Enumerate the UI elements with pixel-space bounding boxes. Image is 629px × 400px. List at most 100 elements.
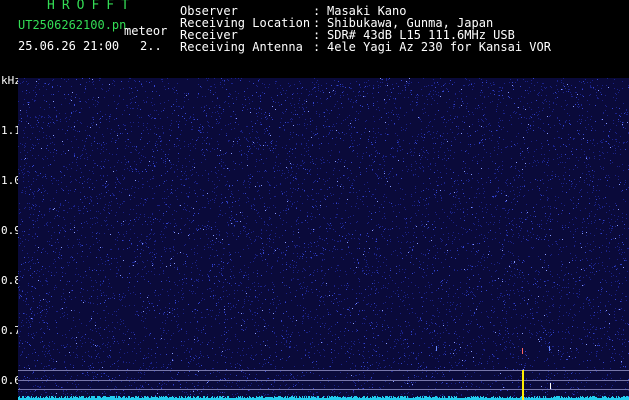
noise-pixel: [362, 201, 363, 202]
noise-pixel: [140, 377, 141, 378]
noise-pixel: [545, 216, 546, 217]
noise-pixel: [52, 209, 53, 210]
noise-pixel: [91, 381, 92, 382]
noise-pixel: [530, 384, 531, 385]
noise-pixel: [241, 325, 242, 326]
noise-pixel: [370, 325, 371, 326]
noise-pixel: [457, 393, 458, 394]
noise-pixel: [363, 254, 364, 255]
noise-pixel: [115, 328, 116, 329]
noise-pixel: [108, 257, 109, 258]
noise-pixel: [609, 271, 610, 272]
noise-pixel: [415, 313, 416, 314]
noise-pixel: [28, 104, 29, 105]
noise-pixel: [237, 141, 238, 142]
noise-pixel: [522, 333, 523, 334]
noise-pixel: [316, 82, 317, 83]
noise-pixel: [326, 285, 327, 286]
noise-pixel: [230, 196, 231, 197]
noise-pixel: [426, 86, 427, 87]
noise-pixel: [358, 113, 359, 114]
noise-pixel: [177, 93, 178, 94]
noise-pixel: [441, 200, 442, 201]
noise-pixel: [520, 221, 521, 222]
noise-pixel: [218, 170, 219, 171]
noise-pixel: [62, 227, 63, 228]
noise-pixel: [397, 290, 398, 291]
noise-pixel: [580, 307, 581, 308]
noise-pixel: [44, 345, 45, 346]
noise-pixel: [394, 346, 395, 347]
noise-pixel: [396, 83, 397, 84]
noise-pixel: [402, 333, 403, 334]
noise-pixel: [317, 168, 318, 169]
noise-pixel: [263, 330, 264, 331]
noise-pixel: [392, 221, 393, 222]
noise-pixel: [76, 162, 77, 163]
noise-pixel: [518, 177, 519, 178]
noise-pixel: [366, 147, 367, 148]
noise-pixel: [268, 362, 269, 363]
noise-pixel: [233, 305, 234, 306]
noise-pixel: [384, 367, 385, 368]
noise-pixel: [236, 118, 237, 119]
noise-pixel: [423, 254, 424, 255]
noise-pixel: [602, 279, 603, 280]
noise-pixel: [464, 372, 465, 373]
noise-pixel: [137, 245, 138, 246]
noise-pixel: [281, 191, 282, 192]
noise-pixel: [530, 337, 531, 338]
noise-pixel: [93, 340, 94, 341]
noise-pixel: [163, 183, 164, 184]
noise-pixel: [329, 250, 330, 251]
noise-pixel: [437, 138, 438, 139]
noise-pixel: [501, 390, 502, 391]
noise-pixel: [547, 220, 548, 221]
noise-pixel: [419, 155, 420, 156]
noise-pixel: [231, 193, 232, 194]
noise-pixel: [549, 322, 550, 323]
noise-pixel: [316, 126, 317, 127]
noise-pixel: [382, 311, 383, 312]
noise-pixel: [534, 211, 535, 212]
noise-pixel: [106, 217, 107, 218]
noise-pixel: [241, 283, 242, 284]
noise-pixel: [35, 116, 36, 117]
noise-pixel: [521, 117, 522, 118]
noise-pixel: [104, 207, 105, 208]
noise-pixel: [606, 212, 607, 213]
noise-pixel: [599, 247, 600, 248]
noise-pixel: [188, 99, 189, 100]
noise-pixel: [43, 167, 44, 168]
noise-pixel: [25, 239, 26, 240]
noise-pixel: [611, 295, 612, 296]
noise-pixel: [379, 164, 380, 165]
noise-pixel: [367, 381, 368, 382]
noise-pixel: [198, 281, 199, 282]
noise-pixel: [35, 234, 36, 235]
noise-pixel: [467, 214, 468, 215]
noise-pixel: [189, 155, 190, 156]
noise-pixel: [297, 93, 298, 94]
noise-pixel: [177, 83, 178, 84]
noise-pixel: [74, 104, 75, 105]
noise-pixel: [28, 175, 29, 176]
noise-pixel: [26, 93, 27, 94]
noise-pixel: [303, 375, 304, 376]
noise-pixel: [373, 131, 374, 132]
noise-pixel: [559, 157, 560, 158]
noise-pixel: [521, 228, 522, 229]
noise-pixel: [363, 356, 364, 357]
noise-pixel: [242, 388, 243, 389]
noise-pixel: [30, 214, 31, 215]
noise-pixel: [226, 135, 227, 136]
noise-pixel: [511, 141, 512, 142]
noise-pixel: [460, 287, 461, 288]
noise-pixel: [393, 362, 394, 363]
noise-pixel: [553, 355, 554, 356]
noise-pixel: [584, 386, 585, 387]
noise-pixel: [422, 137, 423, 138]
noise-pixel: [346, 133, 347, 134]
noise-pixel: [312, 342, 313, 343]
noise-pixel: [293, 114, 294, 115]
